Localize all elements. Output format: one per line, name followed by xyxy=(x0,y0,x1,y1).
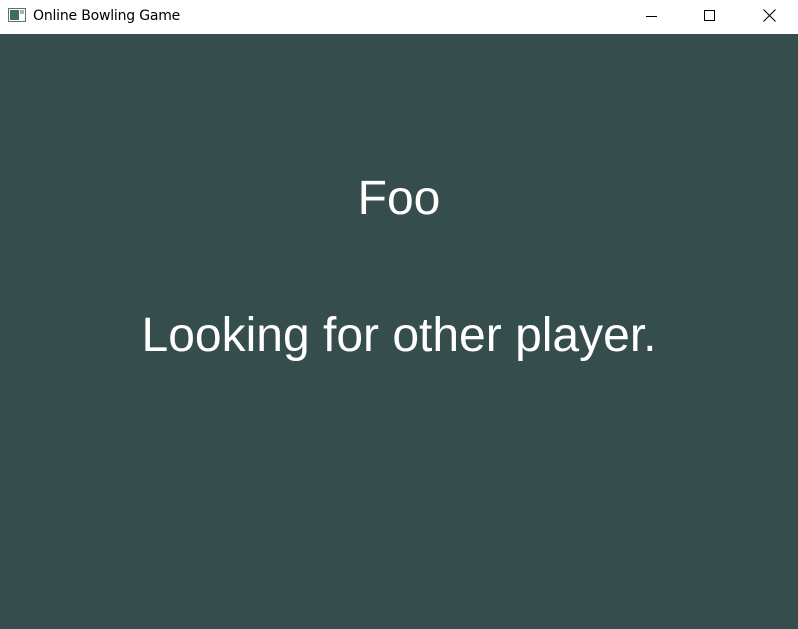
close-button[interactable] xyxy=(740,0,798,31)
maximize-icon xyxy=(704,9,716,22)
title-bar[interactable]: Online Bowling Game xyxy=(0,0,798,33)
matchmaking-status-text: Looking for other player. xyxy=(141,309,657,362)
game-canvas[interactable]: Foo Looking for other player. xyxy=(0,34,798,629)
close-icon xyxy=(762,9,776,22)
maximize-button[interactable] xyxy=(681,0,739,31)
app-window: Online Bowling Game Foo Looking for othe… xyxy=(0,0,798,629)
app-window-icon xyxy=(8,8,26,22)
minimize-button[interactable] xyxy=(623,0,681,31)
window-title: Online Bowling Game xyxy=(33,8,181,24)
player-name-label: Foo xyxy=(357,172,441,225)
minimize-icon xyxy=(646,10,658,22)
